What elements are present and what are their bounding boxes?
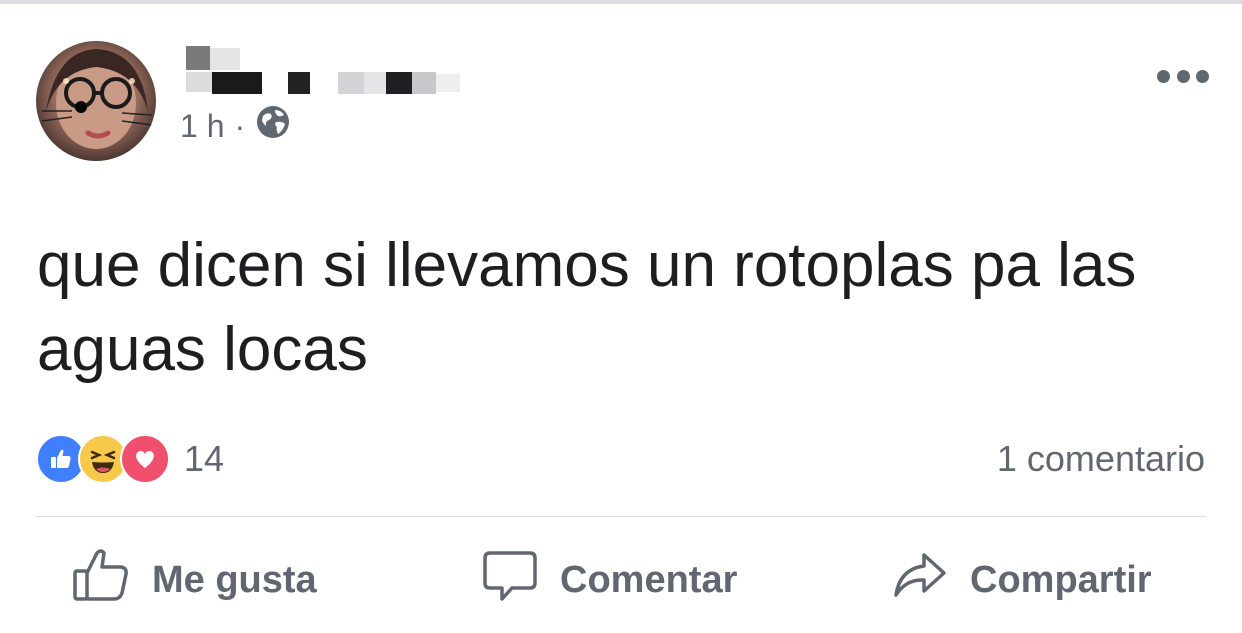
share-arrow-icon	[892, 547, 948, 613]
post-text: que dicen si llevamos un rotoplas pa las…	[37, 231, 1137, 384]
more-options-icon[interactable]	[1157, 64, 1209, 88]
meta-separator: ·	[234, 107, 246, 144]
avatar-image	[41, 49, 153, 149]
post-meta: 1 h ·	[180, 106, 291, 146]
like-button[interactable]: Me gusta	[72, 548, 317, 612]
comment-button[interactable]: Comentar	[482, 548, 737, 612]
reaction-count[interactable]: 14	[184, 438, 224, 480]
globe-icon[interactable]	[255, 104, 291, 148]
comments-count[interactable]: 1 comentario	[997, 438, 1205, 480]
post-time[interactable]: 1 h	[180, 108, 224, 145]
like-button-label: Me gusta	[152, 558, 317, 601]
divider	[36, 516, 1206, 517]
profile-avatar[interactable]	[36, 41, 156, 161]
reactions-summary[interactable]: 14	[36, 434, 224, 484]
share-button[interactable]: Compartir	[892, 548, 1152, 612]
share-button-label: Compartir	[970, 558, 1152, 601]
thumbs-up-icon	[72, 547, 130, 613]
top-border	[0, 0, 1242, 4]
comment-button-label: Comentar	[560, 558, 738, 601]
love-reaction-icon	[120, 434, 170, 484]
speech-bubble-icon	[482, 547, 538, 613]
